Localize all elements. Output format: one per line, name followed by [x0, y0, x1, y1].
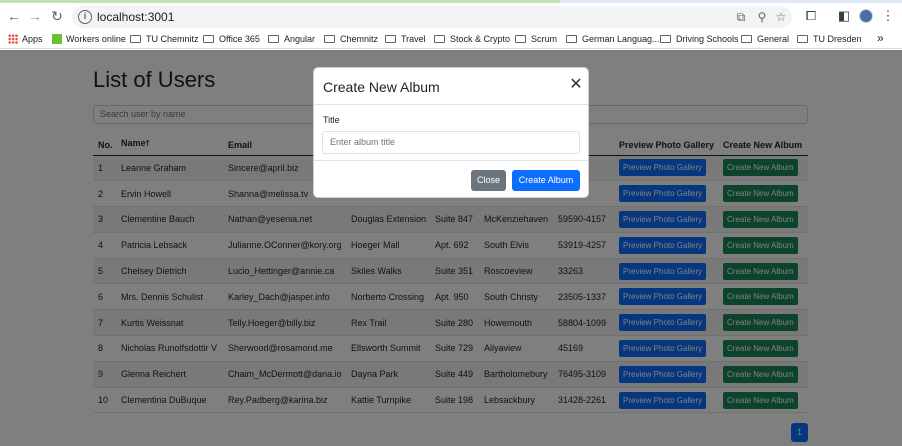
browser-toolbar: ← → ↻ i localhost:3001 ⧉ ⚲ ☆ ⧠ ◧ ⋮	[0, 3, 902, 29]
bookmark-angular[interactable]: Angular	[268, 32, 315, 46]
install-app-icon[interactable]: ⧉	[733, 9, 749, 25]
reload-icon[interactable]: ↻	[49, 8, 65, 24]
green-square-icon	[52, 34, 62, 44]
address-bar[interactable]: i localhost:3001 ⧉ ⚲ ☆	[72, 6, 792, 28]
kebab-menu-icon[interactable]: ⋮	[880, 8, 896, 24]
bookmark-office-365[interactable]: Office 365	[203, 32, 260, 46]
bookmark-scrum[interactable]: Scrum	[515, 32, 557, 46]
folder-icon	[434, 35, 445, 43]
modal-title: Create New Album	[323, 79, 440, 95]
folder-icon	[566, 35, 577, 43]
modal-footer: Close Create Album	[314, 160, 588, 198]
bookmark-german-language[interactable]: German Languag...	[566, 32, 660, 46]
extensions-puzzle-icon[interactable]: ⧠	[803, 8, 819, 24]
folder-icon	[385, 35, 396, 43]
bookmark-general[interactable]: General	[741, 32, 789, 46]
folder-icon	[203, 35, 214, 43]
profile-avatar[interactable]	[859, 9, 873, 23]
modal-header: Create New Album ✕	[314, 68, 588, 105]
bookmarks-bar: Apps Workers online TU Chemnitz Office 3…	[0, 29, 902, 49]
bookmark-stock-crypto[interactable]: Stock & Crypto	[434, 32, 510, 46]
bookmark-apps[interactable]: Apps	[8, 32, 43, 46]
folder-icon	[741, 35, 752, 43]
folder-icon	[797, 35, 808, 43]
bookmark-driving-schools[interactable]: Driving Schools	[660, 32, 739, 46]
close-icon[interactable]: ✕	[569, 77, 583, 93]
bookmark-workers-online[interactable]: Workers online	[52, 32, 126, 46]
bookmark-tu-dresden[interactable]: TU Dresden	[797, 32, 862, 46]
bookmark-travel[interactable]: Travel	[385, 32, 426, 46]
create-album-modal: Create New Album ✕ Title Enter album tit…	[313, 67, 589, 198]
bookmark-chemnitz[interactable]: Chemnitz	[324, 32, 378, 46]
folder-icon	[515, 35, 526, 43]
folder-icon	[660, 35, 671, 43]
zoom-icon[interactable]: ⚲	[754, 9, 770, 25]
back-arrow-icon[interactable]: ←	[6, 8, 22, 24]
forward-arrow-icon[interactable]: →	[27, 8, 43, 24]
title-field-label: Title	[323, 115, 340, 125]
folder-icon	[130, 35, 141, 43]
bookmark-star-icon[interactable]: ☆	[773, 9, 789, 25]
site-info-icon[interactable]: i	[78, 10, 92, 24]
folder-icon	[324, 35, 335, 43]
more-bookmarks-chevron-icon[interactable]: »	[877, 31, 884, 45]
close-button[interactable]: Close	[471, 170, 506, 191]
side-panel-icon[interactable]: ◧	[836, 8, 852, 24]
album-title-input[interactable]: Enter album title	[322, 131, 580, 154]
url-text[interactable]: localhost:3001	[97, 10, 174, 24]
bookmark-tu-chemnitz[interactable]: TU Chemnitz	[130, 32, 199, 46]
create-album-button[interactable]: Create Album	[512, 170, 580, 191]
apps-grid-icon	[8, 34, 18, 44]
folder-icon	[268, 35, 279, 43]
